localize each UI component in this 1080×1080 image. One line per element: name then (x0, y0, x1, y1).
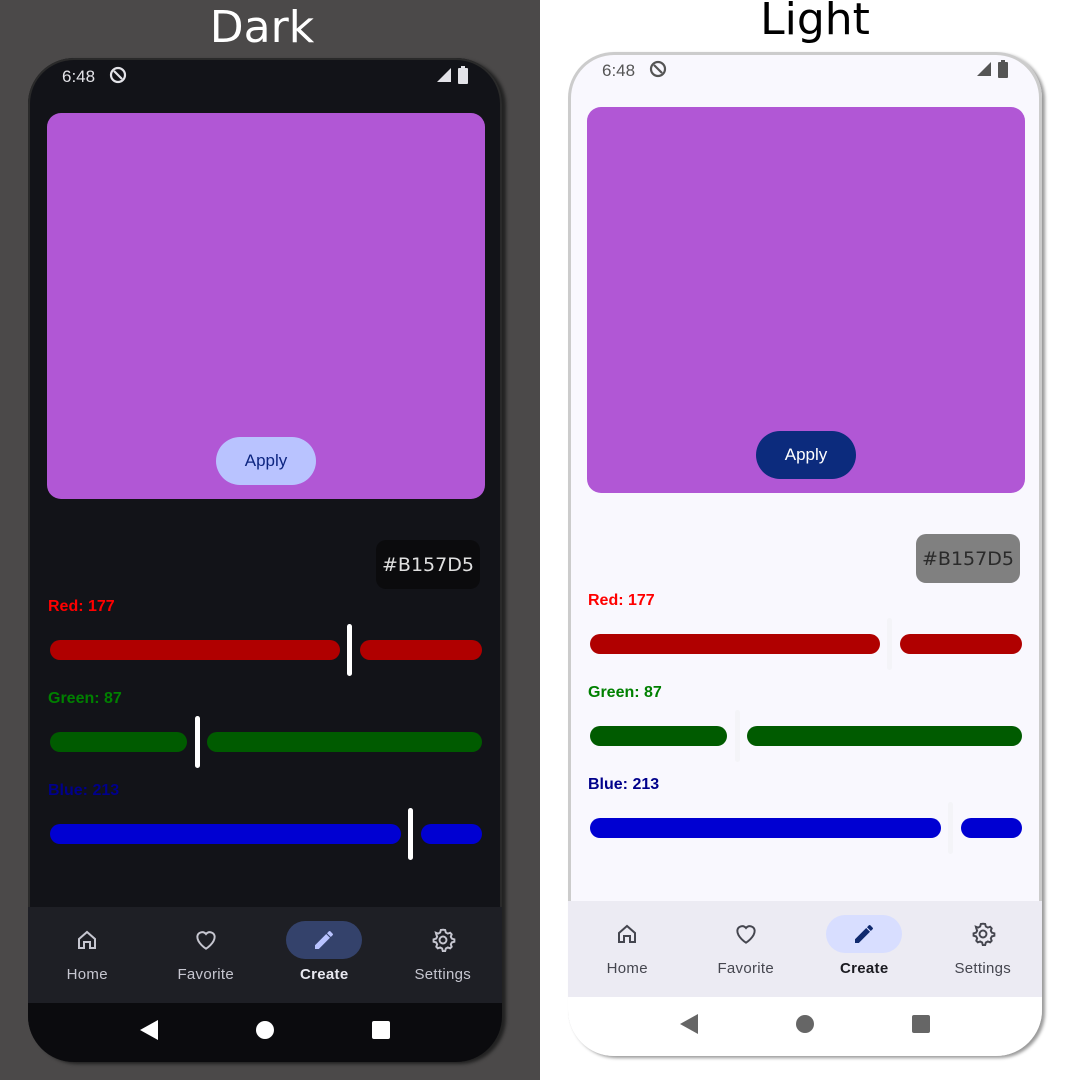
channel-label: Red: 177 (588, 592, 655, 609)
gear-icon (945, 915, 1021, 953)
nav-label: Create (840, 960, 889, 977)
apply-button[interactable]: Apply (756, 431, 856, 479)
nav-item-create[interactable]: Create (265, 907, 384, 1003)
status-time: 6:48 (62, 67, 96, 86)
signal-icon (976, 61, 994, 82)
channel-slider[interactable] (50, 808, 482, 860)
back-icon[interactable] (680, 1014, 698, 1039)
signal-icon (436, 67, 454, 88)
nav-item-favorite[interactable]: Favorite (147, 907, 266, 1003)
slider-thumb[interactable] (408, 808, 414, 860)
slider-active-track (590, 726, 728, 746)
bottom-navigation: Home Favorite Create Settings (568, 901, 1042, 997)
nav-item-favorite[interactable]: Favorite (687, 901, 806, 997)
panel-title: Dark (209, 2, 315, 53)
home-circle-icon[interactable] (796, 1015, 814, 1038)
nav-item-settings[interactable]: Settings (384, 907, 503, 1003)
panel-title: Light (760, 0, 870, 45)
home-circle-icon[interactable] (256, 1021, 274, 1044)
channel-slider[interactable] (590, 802, 1022, 854)
channel-label: Red: 177 (48, 598, 115, 615)
heart-icon (168, 921, 244, 959)
channel-label: Green: 87 (588, 684, 662, 701)
slider-thumb[interactable] (948, 802, 954, 854)
system-navigation (28, 1003, 502, 1062)
slider-thumb[interactable] (347, 624, 353, 676)
battery-icon (998, 59, 1008, 83)
phone-light: 6:48 Apply #B157D5 Red: 177 Green: 87 Blu… (568, 52, 1042, 1056)
slider-thumb[interactable] (734, 710, 740, 762)
status-time: 6:48 (602, 61, 636, 80)
back-icon[interactable] (140, 1020, 158, 1045)
nav-label: Create (300, 966, 349, 983)
slider-thumb[interactable] (887, 618, 893, 670)
channel-label: Blue: 213 (588, 776, 660, 793)
slider-active-track (590, 634, 880, 654)
phone-dark: 6:48 Apply #B157D5 Red: 177 Green: 87 Blu… (28, 58, 502, 1062)
nav-label: Favorite (177, 966, 235, 983)
slider-active-track (50, 732, 188, 752)
channel-slider[interactable] (590, 618, 1022, 670)
do-not-disturb-icon (109, 66, 127, 89)
nav-item-home[interactable]: Home (568, 901, 687, 997)
apply-button[interactable]: Apply (216, 437, 316, 485)
channel-slider[interactable] (590, 710, 1022, 762)
status-bar: 6:48 (602, 59, 1008, 83)
slider-active-track (50, 824, 401, 844)
do-not-disturb-icon (649, 60, 667, 83)
system-navigation (568, 997, 1042, 1056)
slider-inactive-track (899, 634, 1022, 654)
channel-label: Blue: 213 (48, 782, 120, 799)
slider-inactive-track (960, 818, 1022, 838)
battery-icon (458, 65, 468, 89)
nav-item-settings[interactable]: Settings (924, 901, 1043, 997)
pencil-icon (286, 921, 363, 959)
nav-label: Home (606, 960, 648, 977)
slider-inactive-track (420, 824, 482, 844)
status-bar: 6:48 (62, 65, 468, 89)
color-preview: Apply (587, 107, 1025, 493)
nav-item-home[interactable]: Home (28, 907, 147, 1003)
channel-slider[interactable] (50, 716, 482, 768)
home-icon (589, 915, 665, 953)
recents-icon[interactable] (372, 1021, 390, 1044)
slider-active-track (590, 818, 941, 838)
nav-label: Settings (414, 966, 472, 983)
slider-inactive-track (747, 726, 1022, 746)
home-icon (49, 921, 125, 959)
nav-label: Settings (954, 960, 1012, 977)
recents-icon[interactable] (912, 1015, 930, 1038)
pencil-icon (826, 915, 903, 953)
nav-label: Home (66, 966, 108, 983)
heart-icon (708, 915, 784, 953)
color-preview: Apply (47, 113, 485, 499)
slider-inactive-track (207, 732, 482, 752)
nav-item-create[interactable]: Create (805, 901, 924, 997)
slider-active-track (50, 640, 340, 660)
dark-panel: Dark 6:48 Apply #B157D5 Red: 177 Green: 8… (0, 0, 540, 1080)
hex-value-chip: #B157D5 (376, 540, 480, 589)
channel-label: Green: 87 (48, 690, 122, 707)
channel-slider[interactable] (50, 624, 482, 676)
nav-label: Favorite (717, 960, 775, 977)
hex-value-chip: #B157D5 (916, 534, 1020, 583)
light-panel: Light 6:48 Apply #B157D5 Red: 177 Green: … (540, 0, 1080, 1080)
slider-thumb[interactable] (194, 716, 200, 768)
bottom-navigation: Home Favorite Create Settings (28, 907, 502, 1003)
slider-inactive-track (359, 640, 482, 660)
gear-icon (405, 921, 481, 959)
